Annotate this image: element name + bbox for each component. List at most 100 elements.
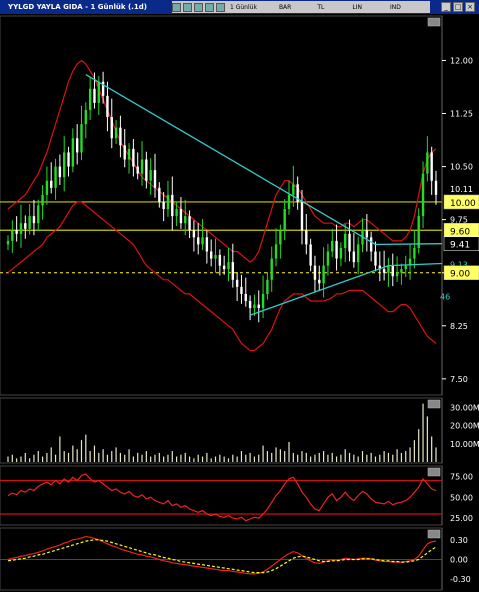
volume-tick-label: 30.00M (450, 403, 479, 412)
candle-body (192, 230, 196, 238)
candle-body (430, 152, 433, 181)
panel-control-icon-rsi (427, 467, 441, 477)
candle-body (132, 148, 135, 167)
price-tick-label: 11.25 (450, 110, 473, 119)
price-partial-label: 46 (440, 293, 450, 302)
price-tag-label: 9.41 (450, 241, 470, 251)
candle-body (136, 166, 139, 174)
candle-body (322, 265, 325, 284)
candle-body (248, 301, 252, 309)
candle-body (179, 209, 183, 224)
candle-body (153, 170, 157, 188)
candle-body (75, 138, 79, 153)
candle-body (214, 255, 217, 259)
candle-body (80, 124, 83, 153)
panel-frame-volume (0, 397, 443, 464)
candle-body (28, 216, 31, 229)
trendline-extension (388, 262, 443, 267)
candle-body (162, 201, 165, 210)
candle-body (114, 127, 118, 139)
price-partial-label: 10.11 (450, 185, 473, 194)
candle-body (32, 216, 36, 224)
rsi-tick-label: 25.00 (450, 514, 473, 523)
candle-body (50, 180, 53, 188)
candle-body (188, 216, 191, 231)
macd-tick-label: -0.30 (450, 575, 471, 584)
candle-body (426, 152, 429, 174)
candle-body (274, 244, 278, 259)
candle-body (123, 145, 126, 160)
chart-canvas: 12.0011.2510.509.759.008.257.5010.119.13… (0, 15, 479, 591)
candle-body (19, 223, 23, 234)
candle-body (391, 265, 394, 277)
candle-body (300, 201, 304, 231)
candle-body (127, 148, 131, 160)
candle-body (197, 237, 200, 245)
price-tick-label: 12.00 (450, 56, 473, 65)
candle-body (382, 269, 386, 273)
candle-body (261, 293, 265, 309)
panel-control-icon-volume (427, 399, 441, 409)
candle-body (71, 138, 75, 167)
price-tag-label: 9.60 (450, 227, 470, 237)
candle-body (41, 194, 44, 206)
trendline-extension (375, 243, 443, 246)
candle-body (421, 173, 425, 217)
price-tick-label: 10.50 (450, 163, 473, 172)
candle-body (335, 240, 338, 259)
candle-body (240, 286, 243, 294)
candle-body (400, 269, 403, 273)
candle-body (348, 233, 351, 252)
candle-body (110, 117, 113, 139)
rsi-tick-label: 75.00 (450, 472, 473, 481)
candle-body (434, 180, 438, 195)
candle-body (395, 272, 399, 277)
candle-body (119, 127, 122, 146)
candle-body (149, 170, 152, 181)
candle-body (227, 262, 230, 270)
candle-body (331, 240, 334, 252)
candle-body (235, 279, 239, 287)
macd-tick-label: 0.00 (450, 556, 468, 565)
candle-body (218, 255, 222, 266)
candle-body (11, 230, 14, 241)
candle-body (67, 152, 70, 167)
candle-body (45, 180, 49, 195)
candle-body (287, 194, 291, 210)
candle-body (140, 159, 144, 174)
candle-body (417, 216, 420, 248)
candle-body (339, 247, 343, 259)
candle-body (222, 265, 226, 270)
candle-body (344, 233, 347, 248)
panel-control-icon-macd (427, 529, 441, 539)
candle-body (305, 230, 308, 245)
candle-body (58, 166, 62, 178)
candle-body (374, 251, 377, 266)
candle-body (369, 237, 373, 252)
price-tag-label: 10.00 (450, 199, 476, 209)
candle-body (309, 244, 312, 266)
candle-body (184, 216, 187, 224)
candle-body (84, 109, 88, 125)
price-tag-label: 9.00 (450, 270, 470, 280)
candle-body (244, 293, 247, 302)
candle-body (209, 251, 213, 259)
volume-tick-label: 20.00M (450, 422, 479, 431)
candle-body (97, 81, 100, 103)
candle-body (171, 194, 174, 217)
candle-body (292, 184, 295, 195)
candle-body (158, 187, 161, 202)
volume-tick-label: 10.00M (450, 440, 479, 449)
candle-body (175, 209, 178, 217)
candle-body (63, 152, 66, 178)
candle-body (356, 244, 360, 263)
candle-body (413, 247, 416, 259)
candle-body (326, 251, 330, 266)
candle-body (318, 279, 321, 284)
candle-body (313, 265, 317, 280)
candle-body (283, 209, 286, 231)
candle-body (231, 262, 235, 280)
candle-body (145, 159, 148, 181)
candle-body (201, 237, 204, 245)
candle-body (166, 194, 170, 210)
